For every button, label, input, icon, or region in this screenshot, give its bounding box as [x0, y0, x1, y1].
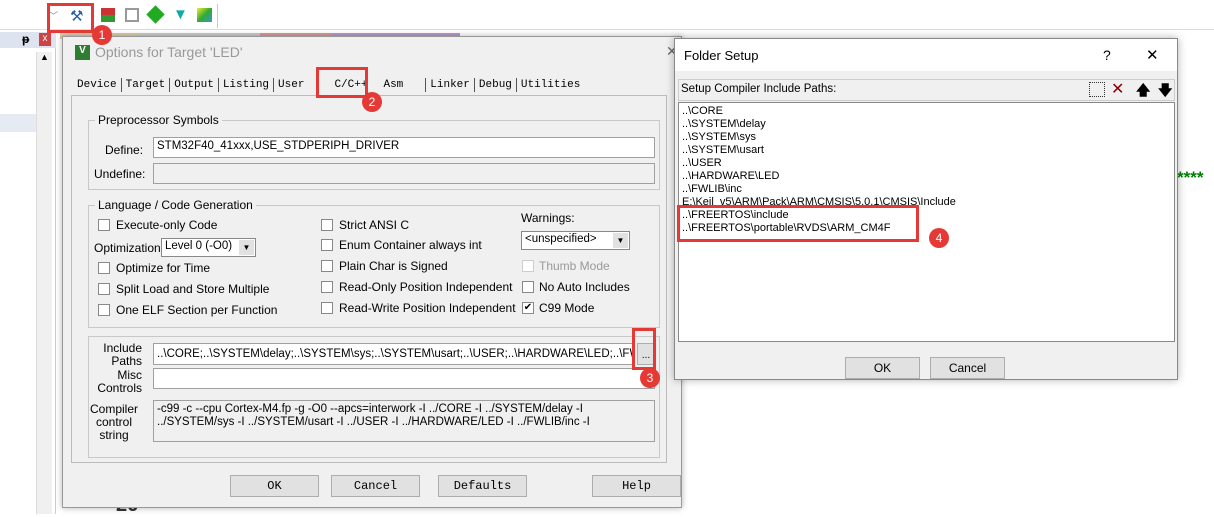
dialog-title: Options for Target 'LED' — [95, 44, 243, 60]
folder-cancel-button[interactable]: Cancel — [930, 357, 1005, 379]
annotation-box-1 — [47, 3, 94, 33]
chevron-down-icon: ▼ — [613, 233, 628, 248]
checkbox-label: Enum Container always int — [339, 238, 482, 252]
paths-header: Setup Compiler Include Paths: ✕ 🡅 🡇 — [678, 79, 1175, 101]
cancel-button[interactable]: Cancel — [331, 475, 420, 497]
misc-controls-input[interactable] — [153, 368, 655, 389]
scrollbar[interactable]: ▲ — [36, 52, 52, 514]
tab-output[interactable]: Output — [170, 78, 219, 92]
compiler-string-text: -c99 -c --cpu Cortex-M4.fp -g -O0 --apcs… — [153, 400, 655, 442]
toolbar: ﹀ ⚒ ▼ — [0, 0, 1214, 30]
new-folder-icon[interactable] — [1089, 82, 1105, 97]
checkbox-label: Plain Char is Signed — [339, 259, 448, 273]
tab-panel: Preprocessor Symbols Define: STM32F40_41… — [71, 95, 667, 463]
path-item[interactable]: ..\SYSTEM\sys — [682, 131, 1171, 144]
no-auto-includes-checkbox[interactable] — [522, 281, 534, 293]
strict-ansi-checkbox[interactable] — [321, 219, 333, 231]
defaults-button[interactable]: Defaults — [438, 475, 527, 497]
annotation-box-2 — [316, 67, 368, 98]
annotation-box-4 — [677, 205, 919, 242]
ropi-checkbox[interactable] — [321, 281, 333, 293]
split-load-checkbox[interactable] — [98, 283, 110, 295]
path-item[interactable]: ..\USER — [682, 157, 1171, 170]
optimize-time-checkbox[interactable] — [98, 262, 110, 274]
tab-listing[interactable]: Listing — [219, 78, 275, 92]
compiler-string-label: Compiler control string — [89, 402, 138, 442]
checkbox-label: Strict ANSI C — [339, 218, 410, 232]
warnings-label: Warnings: — [521, 211, 575, 225]
misc-controls-label: Misc Controls — [97, 368, 142, 395]
annotation-badge-4: 4 — [929, 228, 949, 248]
one-elf-checkbox[interactable] — [98, 304, 110, 316]
annotation-badge-1: 1 — [92, 25, 112, 45]
tab-utilities[interactable]: Utilities — [517, 78, 584, 92]
group-title: Language / Code Generation — [95, 198, 256, 212]
folder-ok-button[interactable]: OK — [845, 357, 920, 379]
include-paths-label: Include Paths — [103, 341, 142, 368]
chevron-down-icon: ▼ — [239, 240, 254, 255]
close-panel-button[interactable]: x — [39, 33, 51, 46]
annotation-badge-3: 3 — [640, 368, 660, 388]
project-panel: ᵽ x ▲ — [0, 30, 56, 514]
checkbox-label: Optimize for Time — [116, 261, 211, 275]
checkbox-label: C99 Mode — [539, 301, 595, 315]
close-icon[interactable]: ✕ — [1146, 46, 1159, 64]
optimization-select[interactable]: Level 0 (-O0) ▼ — [161, 238, 256, 257]
annotation-badge-2: 2 — [362, 92, 382, 112]
path-item[interactable]: ..\FWLIB\inc — [682, 183, 1171, 196]
editor-comment-stars: **** — [1177, 168, 1204, 187]
checkbox-label: Read-Write Position Independent — [339, 301, 516, 315]
checkbox-label: Read-Only Position Independent — [339, 280, 513, 294]
warnings-select[interactable]: <unspecified> ▼ — [521, 231, 630, 250]
tab-linker[interactable]: Linker — [426, 78, 475, 92]
select-packs-icon[interactable] — [125, 8, 139, 22]
move-down-icon[interactable]: 🡇 — [1158, 80, 1172, 104]
execute-only-checkbox[interactable] — [98, 219, 110, 231]
plain-char-checkbox[interactable] — [321, 260, 333, 272]
help-icon[interactable]: ? — [1103, 47, 1111, 63]
keil-logo-icon: V — [75, 45, 90, 60]
include-paths-input[interactable]: ..\CORE;..\SYSTEM\delay;..\SYSTEM\sys;..… — [153, 343, 635, 365]
annotation-box-3 — [632, 328, 656, 370]
manage-components-icon[interactable] — [101, 8, 115, 22]
undefine-input[interactable] — [153, 163, 655, 184]
select-value: Level 0 (-O0) — [165, 240, 233, 252]
c99-mode-checkbox[interactable]: ✔ — [522, 302, 534, 314]
checkbox-label: No Auto Includes — [539, 280, 630, 294]
delete-icon[interactable]: ✕ — [1111, 79, 1124, 99]
ok-button[interactable]: OK — [230, 475, 319, 497]
dialog-title: Folder Setup — [684, 48, 759, 63]
pin-icon[interactable]: ᵽ — [22, 32, 29, 46]
header-label: Setup Compiler Include Paths: — [681, 83, 837, 95]
scroll-up-icon[interactable]: ▲ — [37, 52, 52, 62]
define-input[interactable]: STM32F40_41xxx,USE_STDPERIPH_DRIVER — [153, 137, 655, 158]
checkbox-label: One ELF Section per Function — [116, 303, 278, 317]
checkbox-label: Thumb Mode — [539, 259, 610, 273]
path-item[interactable]: ..\CORE — [682, 105, 1171, 118]
path-item[interactable]: ..\SYSTEM\usart — [682, 144, 1171, 157]
layers-icon[interactable] — [197, 8, 212, 22]
group-title: Preprocessor Symbols — [95, 113, 222, 127]
define-label: Define: — [105, 143, 144, 157]
path-item[interactable]: ..\HARDWARE\LED — [682, 170, 1171, 183]
checkbox-label: Execute-only Code — [116, 218, 218, 232]
tab-target[interactable]: Target — [122, 78, 171, 92]
tab-device[interactable]: Device — [73, 78, 122, 92]
help-button[interactable]: Help — [592, 475, 681, 497]
enum-container-checkbox[interactable] — [321, 239, 333, 251]
tab-asm[interactable]: Asm — [379, 78, 427, 92]
thumb-mode-checkbox — [522, 260, 534, 272]
optimization-label: Optimization: — [94, 241, 165, 255]
undefine-label: Undefine: — [94, 167, 146, 181]
rwpi-checkbox[interactable] — [321, 302, 333, 314]
checkbox-label: Split Load and Store Multiple — [116, 282, 270, 296]
tab-debug[interactable]: Debug — [475, 78, 517, 92]
run-time-env-icon[interactable]: ▼ — [173, 6, 188, 23]
move-up-icon[interactable]: 🡅 — [1136, 80, 1150, 104]
select-value: <unspecified> — [525, 233, 597, 245]
path-item[interactable]: ..\SYSTEM\delay — [682, 118, 1171, 131]
